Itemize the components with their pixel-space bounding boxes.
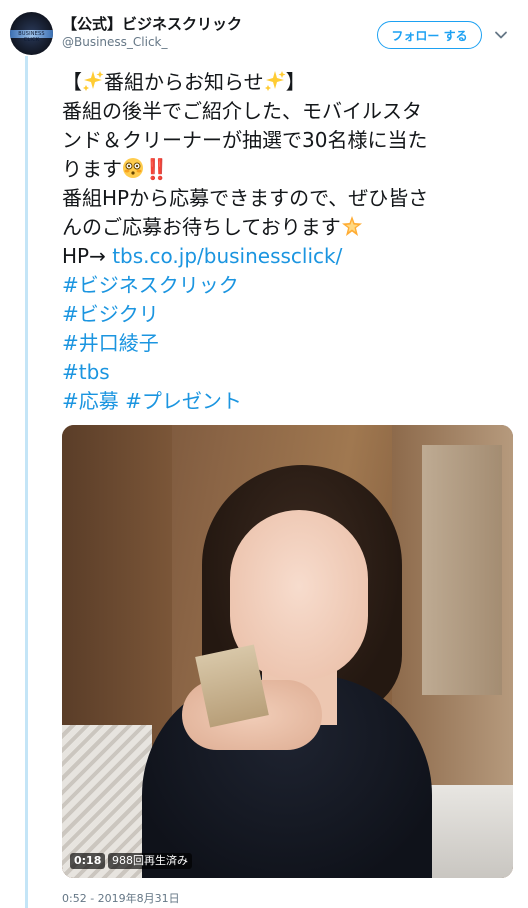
tweet-text-segment: 】 [285, 70, 306, 94]
tweet-text-segment: 【 [62, 70, 82, 94]
hashtag-link[interactable]: #プレゼント [125, 389, 242, 413]
hashtag-link[interactable]: #ビジネスクリック [62, 273, 239, 297]
thread-connector-line [25, 56, 28, 908]
url-link[interactable]: tbs.co.jp/businessclick/ [112, 244, 342, 268]
tweet-text-segment: ります [62, 157, 122, 181]
avatar-logo-text: BUSINESS CLICK [18, 31, 45, 43]
tweet-text-segment: ‼️ [144, 157, 169, 181]
sparkles-icon [83, 71, 104, 91]
tweet-text-segment: HP→ [62, 244, 113, 268]
video-duration-badge: 0:18 [70, 853, 106, 869]
tweet-text-line: #ビジクリ [62, 300, 524, 329]
tweet-text-line: ンド＆クリーナーが抽選で30名様に当た [62, 126, 524, 155]
tweet-text: 【番組からお知らせ】番組の後半でご紹介した、モバイルスタ ンド＆クリーナーが抽選で… [62, 68, 524, 416]
tweet-text-segment: んのご応募お待ちしております [62, 215, 341, 239]
video-background-door [422, 445, 502, 695]
sparkles-icon [264, 71, 286, 91]
tweet-text-line: 【番組からお知らせ】 [62, 68, 524, 97]
flushed-face-icon [123, 158, 143, 178]
tweet-text-segment: 番組HPから応募できますので、ぜひ皆さ [62, 186, 429, 210]
video-player[interactable] [62, 425, 513, 878]
display-name[interactable]: 【公式】ビジネスクリック [62, 13, 242, 34]
tweet-text-line: #井口綾子 [62, 329, 524, 358]
video-views-badge: 988回再生済み [108, 853, 192, 869]
glowing-star-icon [341, 216, 362, 236]
tweet-text-segment: 番組の後半でご紹介した、モバイルスタ [62, 99, 422, 123]
follow-button[interactable]: フォロー する [377, 21, 482, 49]
hashtag-link[interactable]: #tbs [62, 360, 110, 384]
tweet-text-line: ります ‼️ [62, 155, 524, 184]
tweet-header: BUSINESS CLICK 【公式】ビジネスクリック @Business_Cl… [0, 0, 528, 60]
hashtag-link[interactable]: #応募 [62, 389, 119, 413]
tweet-text-line: #ビジネスクリック [62, 271, 524, 300]
tweet-timestamp[interactable]: 0:52 - 2019年8月31日 [62, 890, 180, 906]
hashtag-link[interactable]: #ビジクリ [62, 302, 159, 326]
user-handle[interactable]: @Business_Click_ [62, 35, 168, 49]
tweet-text-line: HP→ tbs.co.jp/businessclick/ [62, 242, 524, 271]
avatar[interactable]: BUSINESS CLICK [10, 12, 53, 55]
chevron-down-icon[interactable] [493, 27, 509, 43]
tweet-text-line: #応募 #プレゼント [62, 387, 524, 416]
tweet-text-line: んのご応募お待ちしております [62, 213, 524, 242]
tweet-text-line: #tbs [62, 358, 524, 387]
tweet-text-segment: 番組からお知らせ [104, 70, 264, 94]
hashtag-link[interactable]: #井口綾子 [62, 331, 159, 355]
tweet-text-line: 番組の後半でご紹介した、モバイルスタ [62, 97, 524, 126]
tweet-text-segment: ンド＆クリーナーが抽選で30名様に当た [62, 128, 428, 152]
tweet-text-line: 番組HPから応募できますので、ぜひ皆さ [62, 184, 524, 213]
